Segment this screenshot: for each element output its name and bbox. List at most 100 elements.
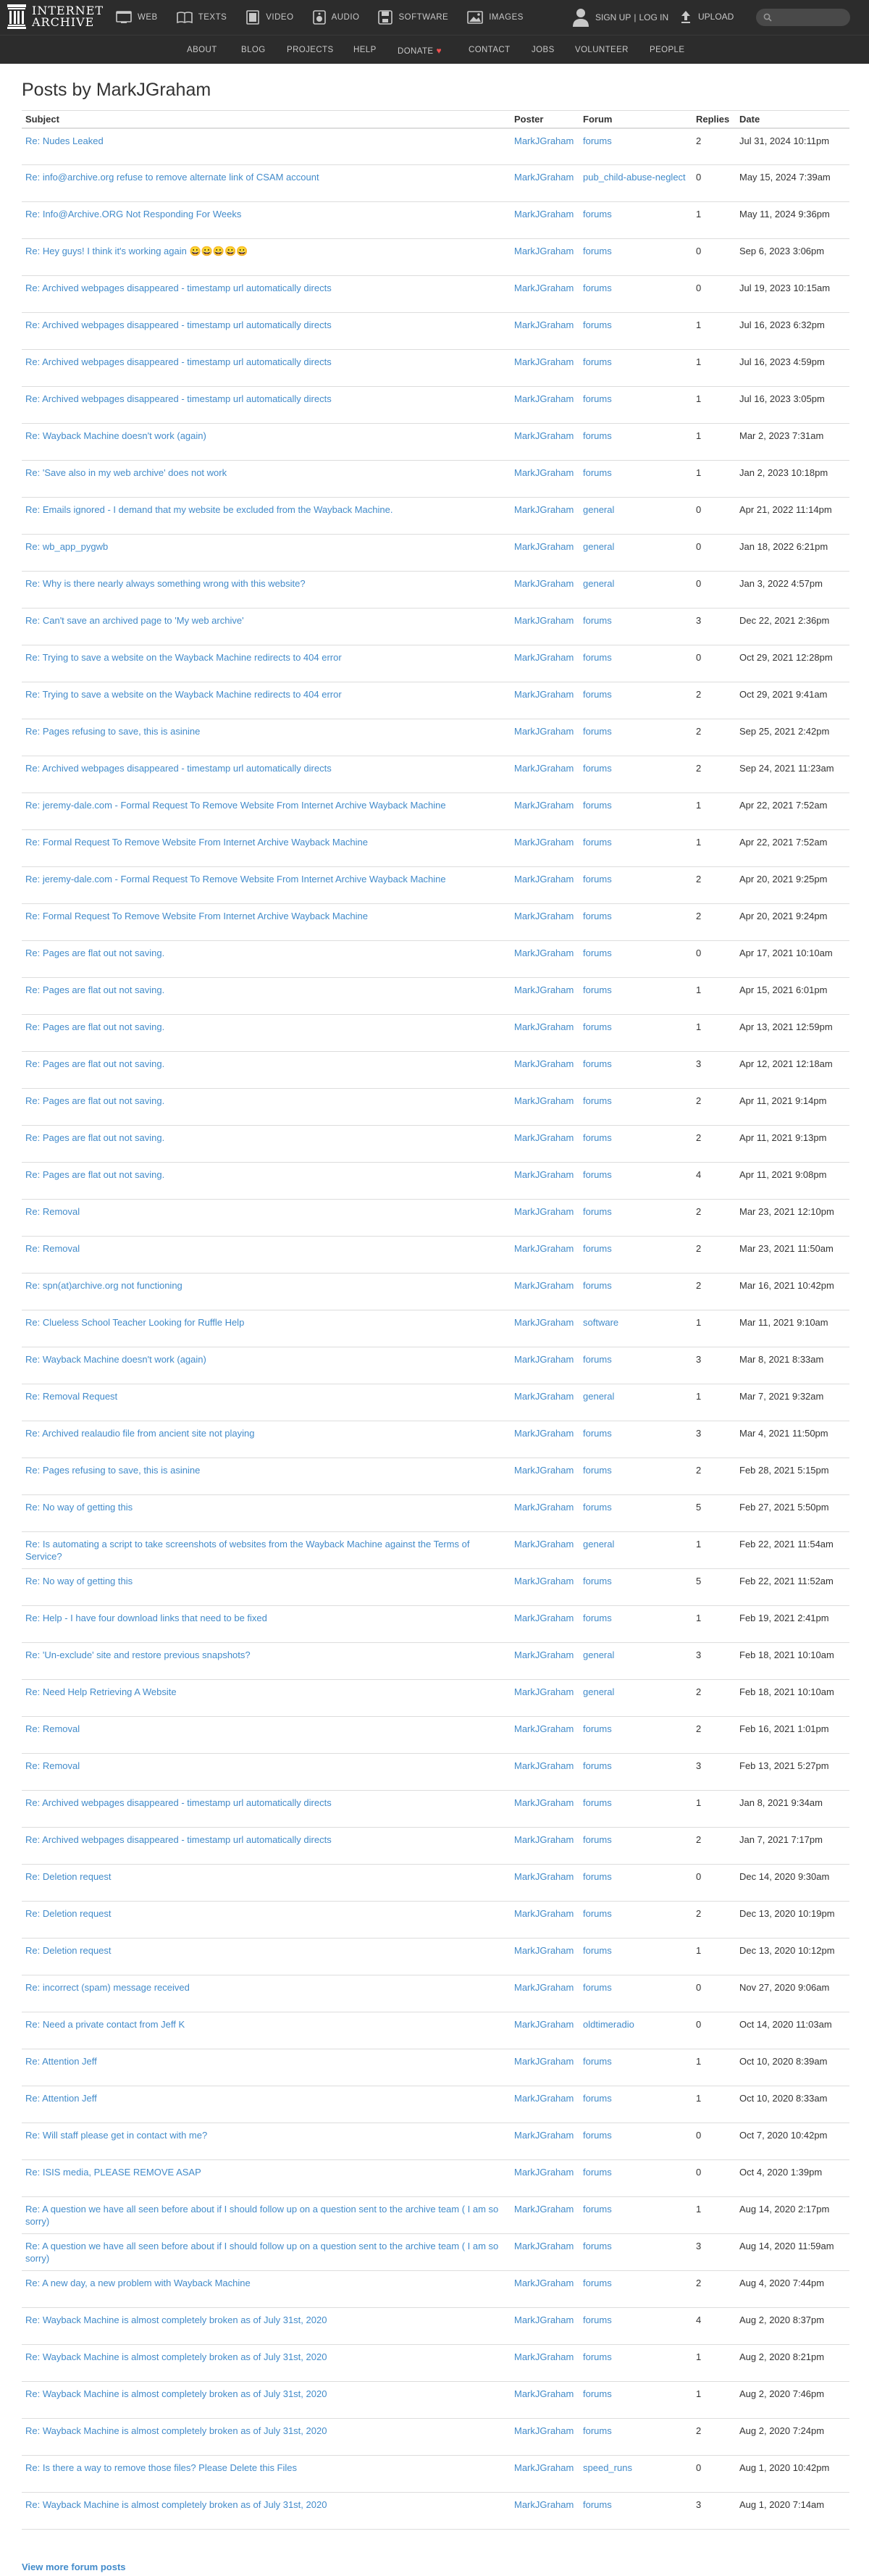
- post-poster-link[interactable]: MarkJGraham: [514, 1982, 574, 1993]
- post-forum-link[interactable]: forums: [583, 1243, 612, 1254]
- post-subject-link[interactable]: Re: Info@Archive.ORG Not Responding For …: [25, 209, 241, 219]
- post-poster-link[interactable]: MarkJGraham: [514, 1206, 574, 1217]
- post-forum-link[interactable]: forums: [583, 1982, 612, 1993]
- post-forum-link[interactable]: speed_runs: [583, 2462, 632, 2473]
- post-forum-link[interactable]: forums: [583, 1280, 612, 1291]
- post-poster-link[interactable]: MarkJGraham: [514, 837, 574, 848]
- post-subject-link[interactable]: Re: Wayback Machine is almost completely…: [25, 2499, 327, 2510]
- post-forum-link[interactable]: forums: [583, 726, 612, 737]
- post-subject-link[interactable]: Re: Removal: [25, 1243, 80, 1254]
- post-poster-link[interactable]: MarkJGraham: [514, 1539, 574, 1550]
- post-subject-link[interactable]: Re: No way of getting this: [25, 1502, 133, 1513]
- login-link[interactable]: LOG IN: [639, 12, 668, 22]
- post-forum-link[interactable]: forums: [583, 1723, 612, 1734]
- post-poster-link[interactable]: MarkJGraham: [514, 1760, 574, 1771]
- post-forum-link[interactable]: general: [583, 541, 614, 552]
- post-forum-link[interactable]: forums: [583, 1132, 612, 1143]
- subnav-volunteer[interactable]: VOLUNTEER: [575, 46, 629, 54]
- post-subject-link[interactable]: Re: spn(at)archive.org not functioning: [25, 1280, 182, 1291]
- post-poster-link[interactable]: MarkJGraham: [514, 689, 574, 700]
- post-forum-link[interactable]: forums: [583, 763, 612, 774]
- post-forum-link[interactable]: forums: [583, 1576, 612, 1586]
- post-forum-link[interactable]: forums: [583, 1465, 612, 1476]
- subnav-help[interactable]: HELP: [353, 46, 377, 54]
- post-subject-link[interactable]: Re: 'Save also in my web archive' does n…: [25, 467, 227, 478]
- post-subject-link[interactable]: Re: Pages are flat out not saving.: [25, 1058, 164, 1069]
- post-forum-link[interactable]: forums: [583, 356, 612, 367]
- post-poster-link[interactable]: MarkJGraham: [514, 2093, 574, 2104]
- post-poster-link[interactable]: MarkJGraham: [514, 1354, 574, 1365]
- post-poster-link[interactable]: MarkJGraham: [514, 2351, 574, 2362]
- post-forum-link[interactable]: forums: [583, 2241, 612, 2251]
- header-forum[interactable]: Forum: [579, 110, 692, 129]
- post-poster-link[interactable]: MarkJGraham: [514, 1797, 574, 1808]
- post-subject-link[interactable]: Re: Need a private contact from Jeff K: [25, 2019, 185, 2030]
- post-forum-link[interactable]: forums: [583, 1502, 612, 1513]
- post-forum-link[interactable]: forums: [583, 2388, 612, 2399]
- post-forum-link[interactable]: forums: [583, 689, 612, 700]
- post-poster-link[interactable]: MarkJGraham: [514, 1169, 574, 1180]
- post-poster-link[interactable]: MarkJGraham: [514, 984, 574, 995]
- view-more-forum-posts-link[interactable]: View more forum posts: [22, 2562, 126, 2572]
- post-forum-link[interactable]: forums: [583, 874, 612, 885]
- post-subject-link[interactable]: Re: Archived realaudio file from ancient…: [25, 1428, 255, 1439]
- post-forum-link[interactable]: forums: [583, 2204, 612, 2215]
- post-poster-link[interactable]: MarkJGraham: [514, 2462, 574, 2473]
- post-subject-link[interactable]: Re: Archived webpages disappeared - time…: [25, 283, 332, 293]
- post-subject-link[interactable]: Re: Archived webpages disappeared - time…: [25, 319, 332, 330]
- post-forum-link[interactable]: forums: [583, 1834, 612, 1845]
- post-poster-link[interactable]: MarkJGraham: [514, 1576, 574, 1586]
- post-subject-link[interactable]: Re: Can't save an archived page to 'My w…: [25, 615, 244, 626]
- search-input[interactable]: [756, 9, 850, 26]
- post-poster-link[interactable]: MarkJGraham: [514, 1649, 574, 1660]
- post-poster-link[interactable]: MarkJGraham: [514, 1243, 574, 1254]
- post-forum-link[interactable]: forums: [583, 1428, 612, 1439]
- post-subject-link[interactable]: Re: Is there a way to remove those files…: [25, 2462, 297, 2473]
- post-forum-link[interactable]: forums: [583, 1058, 612, 1069]
- subnav-projects[interactable]: PROJECTS: [287, 46, 334, 54]
- post-poster-link[interactable]: MarkJGraham: [514, 1871, 574, 1882]
- post-subject-link[interactable]: Re: Archived webpages disappeared - time…: [25, 393, 332, 404]
- subnav-people[interactable]: PEOPLE: [650, 46, 684, 54]
- post-subject-link[interactable]: Re: Attention Jeff: [25, 2093, 97, 2104]
- post-forum-link[interactable]: forums: [583, 2093, 612, 2104]
- subnav-jobs[interactable]: JOBS: [532, 46, 555, 54]
- post-subject-link[interactable]: Re: Wayback Machine is almost completely…: [25, 2314, 327, 2325]
- post-subject-link[interactable]: Re: Help - I have four download links th…: [25, 1613, 267, 1623]
- post-subject-link[interactable]: Re: Emails ignored - I demand that my we…: [25, 504, 392, 515]
- post-poster-link[interactable]: MarkJGraham: [514, 246, 574, 256]
- post-forum-link[interactable]: forums: [583, 2314, 612, 2325]
- post-forum-link[interactable]: forums: [583, 1095, 612, 1106]
- post-subject-link[interactable]: Re: info@archive.org refuse to remove al…: [25, 172, 319, 183]
- post-poster-link[interactable]: MarkJGraham: [514, 1391, 574, 1402]
- post-poster-link[interactable]: MarkJGraham: [514, 430, 574, 441]
- post-subject-link[interactable]: Re: wb_app_pygwb: [25, 541, 108, 552]
- subnav-blog[interactable]: BLOG: [241, 46, 266, 54]
- post-forum-link[interactable]: forums: [583, 1797, 612, 1808]
- header-date[interactable]: Date: [736, 110, 849, 129]
- post-forum-link[interactable]: forums: [583, 948, 612, 958]
- header-subject[interactable]: Subject: [22, 110, 511, 129]
- post-subject-link[interactable]: Re: No way of getting this: [25, 1576, 133, 1586]
- post-forum-link[interactable]: forums: [583, 1908, 612, 1919]
- post-poster-link[interactable]: MarkJGraham: [514, 2388, 574, 2399]
- post-forum-link[interactable]: general: [583, 1391, 614, 1402]
- post-forum-link[interactable]: forums: [583, 984, 612, 995]
- post-poster-link[interactable]: MarkJGraham: [514, 1317, 574, 1328]
- post-forum-link[interactable]: forums: [583, 1206, 612, 1217]
- post-forum-link[interactable]: forums: [583, 800, 612, 811]
- post-poster-link[interactable]: MarkJGraham: [514, 874, 574, 885]
- post-poster-link[interactable]: MarkJGraham: [514, 2278, 574, 2288]
- post-poster-link[interactable]: MarkJGraham: [514, 356, 574, 367]
- post-subject-link[interactable]: Re: Pages are flat out not saving.: [25, 1169, 164, 1180]
- post-forum-link[interactable]: forums: [583, 2167, 612, 2178]
- post-forum-link[interactable]: forums: [583, 2056, 612, 2067]
- post-forum-link[interactable]: forums: [583, 135, 612, 146]
- post-subject-link[interactable]: Re: 'Un-exclude' site and restore previo…: [25, 1649, 251, 1660]
- post-forum-link[interactable]: forums: [583, 430, 612, 441]
- post-subject-link[interactable]: Re: Trying to save a website on the Wayb…: [25, 689, 342, 700]
- post-subject-link[interactable]: Re: Archived webpages disappeared - time…: [25, 356, 332, 367]
- post-forum-link[interactable]: pub_child-abuse-neglect: [583, 172, 686, 183]
- post-subject-link[interactable]: Re: Pages refusing to save, this is asin…: [25, 726, 200, 737]
- post-subject-link[interactable]: Re: Deletion request: [25, 1871, 112, 1882]
